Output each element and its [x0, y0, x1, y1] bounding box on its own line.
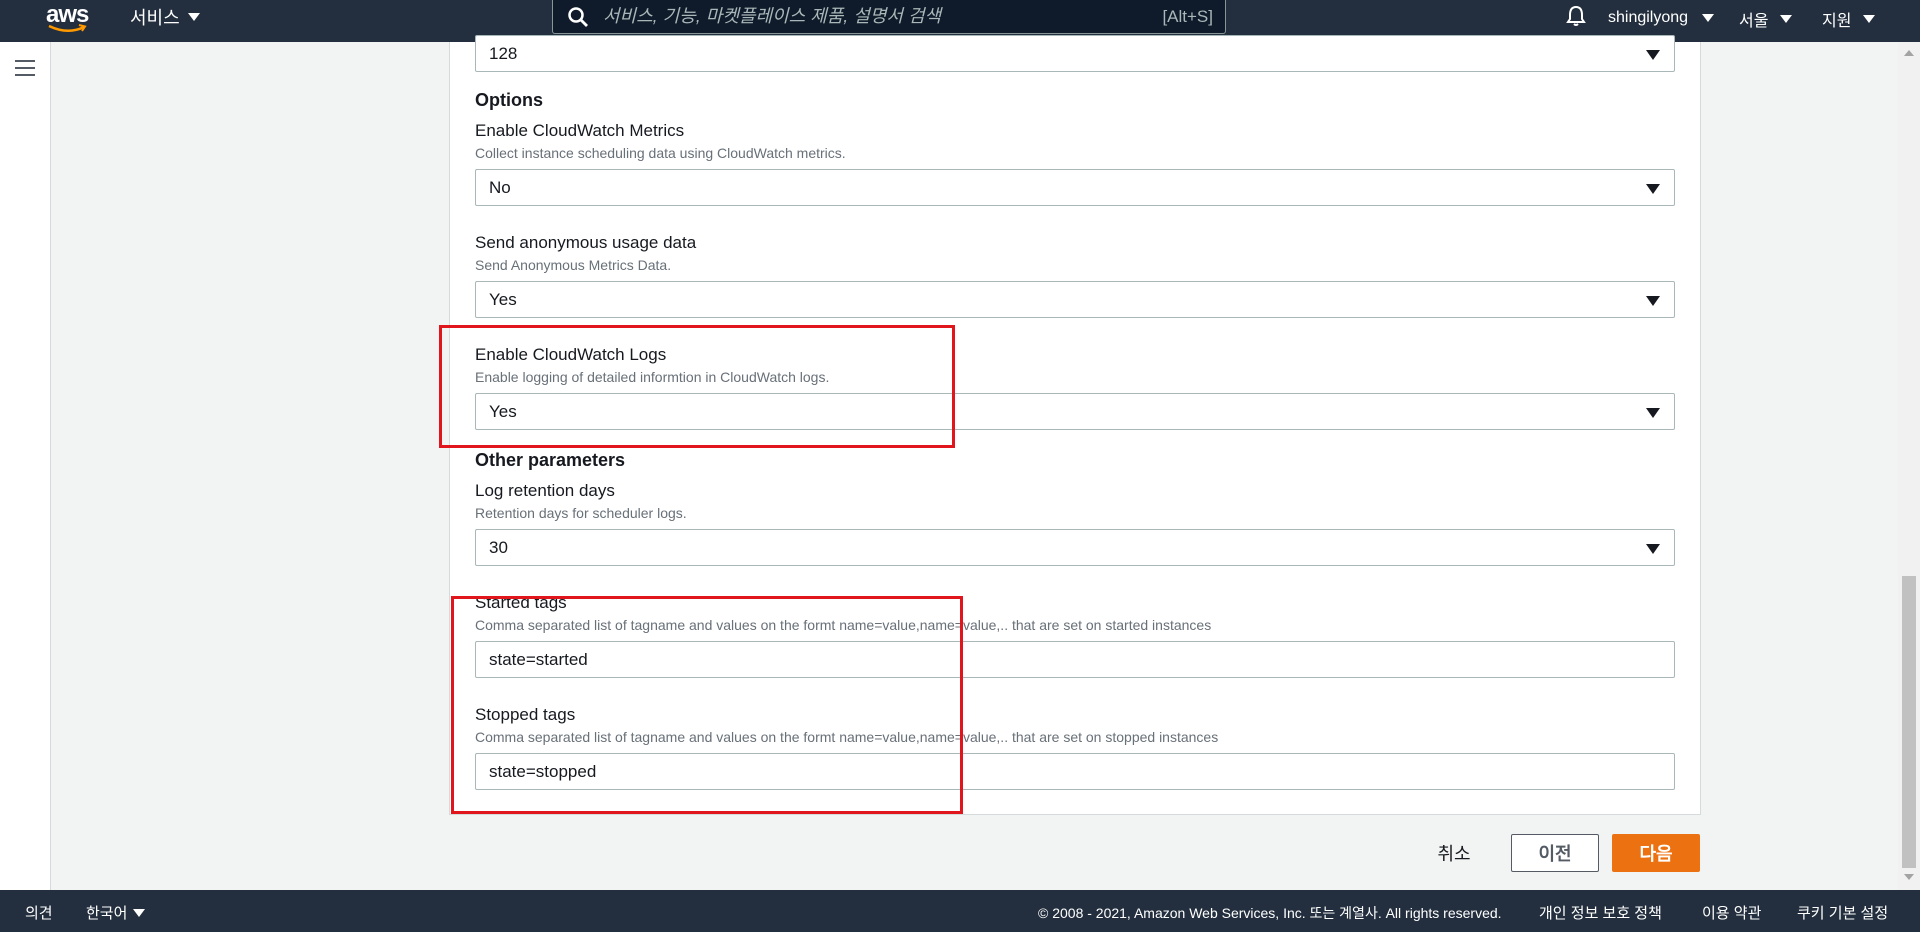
cancel-button[interactable]: 취소: [1426, 838, 1482, 868]
chevron-down-icon: [1702, 14, 1715, 22]
cookie-preferences-link[interactable]: 쿠키 기본 설정: [1797, 902, 1888, 923]
dropdown-arrow-icon: [1646, 408, 1660, 418]
aws-smile-icon: [48, 24, 87, 32]
select-value: Yes: [489, 289, 517, 309]
select-value: 128: [489, 43, 518, 63]
dropdown-arrow-icon: [1646, 544, 1660, 554]
aws-logo[interactable]: aws: [46, 0, 90, 34]
footer-bar: 의견 한국어 © 2008 - 2021, Amazon Web Service…: [0, 890, 1920, 932]
select-value: Yes: [489, 401, 517, 421]
dropdown-arrow-icon: [1646, 50, 1660, 60]
scrollbar-thumb[interactable]: [1902, 576, 1916, 868]
input-value: state=stopped: [489, 761, 597, 781]
dropdown-arrow-icon: [1646, 184, 1660, 194]
terms-link[interactable]: 이용 약관: [1702, 902, 1761, 923]
next-button[interactable]: 다음: [1612, 834, 1700, 872]
chevron-down-icon: [187, 13, 200, 21]
anonymous-usage-description: Send Anonymous Metrics Data.: [475, 257, 672, 273]
other-parameters-heading: Other parameters: [475, 450, 626, 470]
username-label: shingilyong: [1608, 9, 1689, 26]
cloudwatch-metrics-label: Enable CloudWatch Metrics: [475, 121, 685, 140]
cloudwatch-logs-label: Enable CloudWatch Logs: [475, 345, 667, 364]
previous-button[interactable]: 이전: [1511, 834, 1599, 872]
options-heading: Options: [475, 90, 543, 110]
started-tags-label: Started tags: [475, 593, 567, 612]
stopped-tags-input[interactable]: state=stopped: [475, 753, 1675, 790]
chevron-down-icon: [1863, 15, 1876, 23]
log-retention-select[interactable]: 30: [475, 529, 1675, 566]
support-label: 지원: [1822, 13, 1852, 30]
started-tags-description: Comma separated list of tagname and valu…: [475, 617, 1212, 633]
select-value: No: [489, 177, 511, 197]
input-value: state=started: [489, 649, 588, 669]
chevron-down-icon: [133, 908, 146, 917]
dropdown-arrow-icon: [1646, 296, 1660, 306]
select-value: 30: [489, 537, 508, 557]
copyright-text: © 2008 - 2021, Amazon Web Services, Inc.…: [1038, 905, 1502, 921]
stopped-tags-label: Stopped tags: [475, 705, 576, 724]
anonymous-usage-select[interactable]: Yes: [475, 281, 1675, 318]
global-search[interactable]: [Alt+S]: [552, 0, 1226, 34]
started-tags-input[interactable]: state=started: [475, 641, 1675, 678]
chevron-down-icon: [1780, 15, 1793, 23]
region-menu[interactable]: 서울: [1739, 7, 1793, 31]
cloudwatch-metrics-description: Collect instance scheduling data using C…: [475, 145, 846, 161]
privacy-link[interactable]: 개인 정보 보호 정책: [1539, 902, 1662, 923]
scroll-down-arrow-icon[interactable]: [1904, 874, 1914, 880]
log-retention-label: Log retention days: [475, 481, 615, 500]
language-label: 한국어: [86, 905, 128, 922]
region-label: 서울: [1739, 13, 1769, 30]
stopped-tags-description: Comma separated list of tagname and valu…: [475, 729, 1219, 745]
search-shortcut-hint: [Alt+S]: [1162, 6, 1213, 26]
search-input[interactable]: [603, 6, 1163, 27]
bell-icon: [1566, 5, 1586, 26]
top-parameter-select[interactable]: 128: [475, 35, 1675, 72]
log-retention-description: Retention days for scheduler logs.: [475, 505, 687, 521]
notifications-button[interactable]: [1566, 5, 1586, 27]
anonymous-usage-label: Send anonymous usage data: [475, 233, 697, 252]
menu-icon[interactable]: [15, 60, 35, 76]
search-icon: [567, 6, 589, 28]
support-menu[interactable]: 지원: [1822, 7, 1876, 31]
feedback-link[interactable]: 의견: [25, 902, 53, 923]
cloudwatch-logs-description: Enable logging of detailed informtion in…: [475, 369, 830, 385]
services-menu[interactable]: 서비스: [130, 4, 200, 30]
scroll-up-arrow-icon[interactable]: [1904, 50, 1914, 56]
services-label: 서비스: [130, 8, 180, 28]
language-selector[interactable]: 한국어: [86, 902, 146, 923]
side-navigation-rail: [0, 42, 51, 890]
cloudwatch-metrics-select[interactable]: No: [475, 169, 1675, 206]
account-menu[interactable]: shingilyong: [1608, 9, 1715, 27]
cloudwatch-logs-select[interactable]: Yes: [475, 393, 1675, 430]
